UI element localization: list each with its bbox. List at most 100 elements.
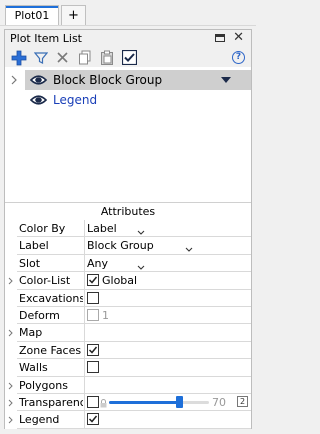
- attribute-row-color-list: Color-List Global: [8, 272, 251, 290]
- combo-value: Any: [87, 256, 109, 270]
- attribute-value: Any: [87, 256, 251, 271]
- attribute-value: Label: [87, 221, 251, 236]
- attribute-row-legend: Legend: [8, 411, 251, 429]
- help-icon[interactable]: ?: [230, 49, 247, 66]
- attribute-row-walls: Walls: [17, 359, 251, 377]
- column-divider: [84, 341, 85, 359]
- column-divider: [84, 324, 85, 341]
- column-divider: [84, 376, 85, 393]
- attribute-name: Excavations: [19, 291, 83, 305]
- attribute-row-map: Map: [8, 324, 251, 342]
- attribute-name: Zone Faces: [19, 343, 82, 357]
- attribute-value: Global: [87, 273, 251, 288]
- attribute-name: Label: [19, 239, 49, 253]
- column-divider: [84, 237, 85, 254]
- chevron-down-icon: [185, 243, 193, 253]
- attribute-name: Walls: [19, 361, 48, 375]
- tab-plot01-label: Plot01: [14, 9, 50, 22]
- expand-arrow-icon[interactable]: [8, 414, 14, 424]
- column-divider: [84, 411, 85, 428]
- tree-item-label: Legend: [53, 93, 98, 107]
- attribute-row-label: Label Block Group: [17, 237, 251, 255]
- transparency-slider[interactable]: [109, 395, 209, 408]
- slider-handle[interactable]: [176, 395, 183, 408]
- attribute-value: [87, 343, 251, 358]
- attribute-name: Transparency: [19, 395, 83, 409]
- column-divider: [84, 359, 85, 376]
- chevron-down-icon: [137, 226, 145, 235]
- attribute-row-zone-faces: Zone Faces: [17, 341, 251, 360]
- add-icon[interactable]: [10, 49, 27, 66]
- attribute-value: [87, 325, 251, 340]
- transparency-spin-button[interactable]: 2: [237, 395, 248, 407]
- attribute-name: Color By: [19, 222, 66, 235]
- walls-checkbox[interactable]: [87, 361, 99, 374]
- attribute-row-excavations: Excavations: [17, 289, 251, 307]
- attribute-name: Slot: [19, 256, 41, 270]
- expand-arrow-icon[interactable]: [8, 380, 14, 389]
- dropdown-arrow-icon[interactable]: [221, 77, 231, 83]
- expand-arrow-icon[interactable]: [8, 327, 14, 337]
- checkbox-text: Global: [102, 274, 138, 288]
- column-divider: [84, 289, 85, 306]
- visibility-eye-icon[interactable]: [29, 94, 48, 106]
- combo-value: Block Group: [87, 239, 154, 253]
- expand-arrow-icon[interactable]: [10, 75, 18, 85]
- tree-item-block-group[interactable]: Block Block Group: [25, 70, 251, 90]
- combo-value: Label: [87, 222, 117, 235]
- add-tab-button[interactable]: +: [61, 5, 86, 26]
- expand-arrow-icon[interactable]: [8, 275, 14, 285]
- tab-active-accent: [6, 6, 58, 8]
- attribute-value: [87, 378, 251, 393]
- tree-item-label: Block Block Group: [53, 73, 163, 87]
- checkbox-text: 1: [102, 308, 109, 322]
- visibility-eye-icon[interactable]: [29, 74, 48, 86]
- delete-icon[interactable]: [54, 49, 71, 66]
- zone-faces-checkbox[interactable]: [87, 343, 99, 356]
- lock-icon: [100, 398, 107, 408]
- column-divider: [84, 254, 85, 272]
- attribute-row-slot: Slot Any: [17, 254, 251, 273]
- attribute-row-deform: Deform 1: [17, 306, 251, 325]
- tab-plot01[interactable]: Plot01: [5, 5, 59, 26]
- attribute-value: 70 2: [87, 395, 251, 410]
- attribute-row-polygons: Polygons: [8, 376, 251, 394]
- float-window-icon[interactable]: [215, 34, 225, 42]
- column-divider: [84, 306, 85, 324]
- attribute-row-color-by: Color By Label: [17, 220, 251, 238]
- excavations-checkbox[interactable]: [87, 291, 99, 304]
- filter-icon[interactable]: [32, 49, 49, 66]
- panel-title: Plot Item List: [10, 32, 82, 45]
- tab-divider: [0, 25, 256, 26]
- panel-title-bar: Plot Item List ✕: [5, 30, 251, 47]
- attributes-grid: Color By Label Label Block Group Slot Any Colo…: [8, 220, 251, 429]
- check-icon[interactable]: [121, 49, 138, 66]
- toolbar: ?: [5, 47, 251, 67]
- color-list-checkbox[interactable]: [87, 274, 99, 287]
- legend-checkbox[interactable]: [87, 413, 99, 426]
- attribute-row-transparency: Transparency 70 2: [8, 393, 251, 412]
- paste-icon[interactable]: [98, 49, 115, 66]
- slider-fill: [109, 400, 179, 404]
- tree-item-legend[interactable]: Legend: [5, 90, 251, 110]
- slider-value: 70: [212, 395, 226, 409]
- attribute-name: Color-List: [19, 274, 71, 288]
- transparency-checkbox[interactable]: [87, 395, 99, 408]
- column-divider: [84, 393, 85, 411]
- column-divider: [84, 220, 85, 237]
- attribute-value: [87, 360, 251, 375]
- column-divider: [84, 272, 85, 289]
- expand-arrow-icon[interactable]: [8, 397, 14, 407]
- copy-icon[interactable]: [76, 49, 93, 66]
- attribute-name: Deform: [19, 308, 60, 322]
- attribute-name: Map: [19, 326, 43, 340]
- close-icon[interactable]: ✕: [233, 30, 244, 46]
- attribute-value: [87, 291, 251, 306]
- attributes-header: Attributes: [100, 205, 156, 218]
- attribute-name: Legend: [19, 413, 60, 427]
- attribute-name: Polygons: [19, 378, 68, 392]
- attributes-panel: Attributes Color By Label Label Block Group…: [5, 202, 251, 429]
- deform-checkbox[interactable]: [87, 308, 99, 321]
- help-icon-glyph: ?: [232, 51, 245, 64]
- chevron-down-icon: [137, 261, 145, 270]
